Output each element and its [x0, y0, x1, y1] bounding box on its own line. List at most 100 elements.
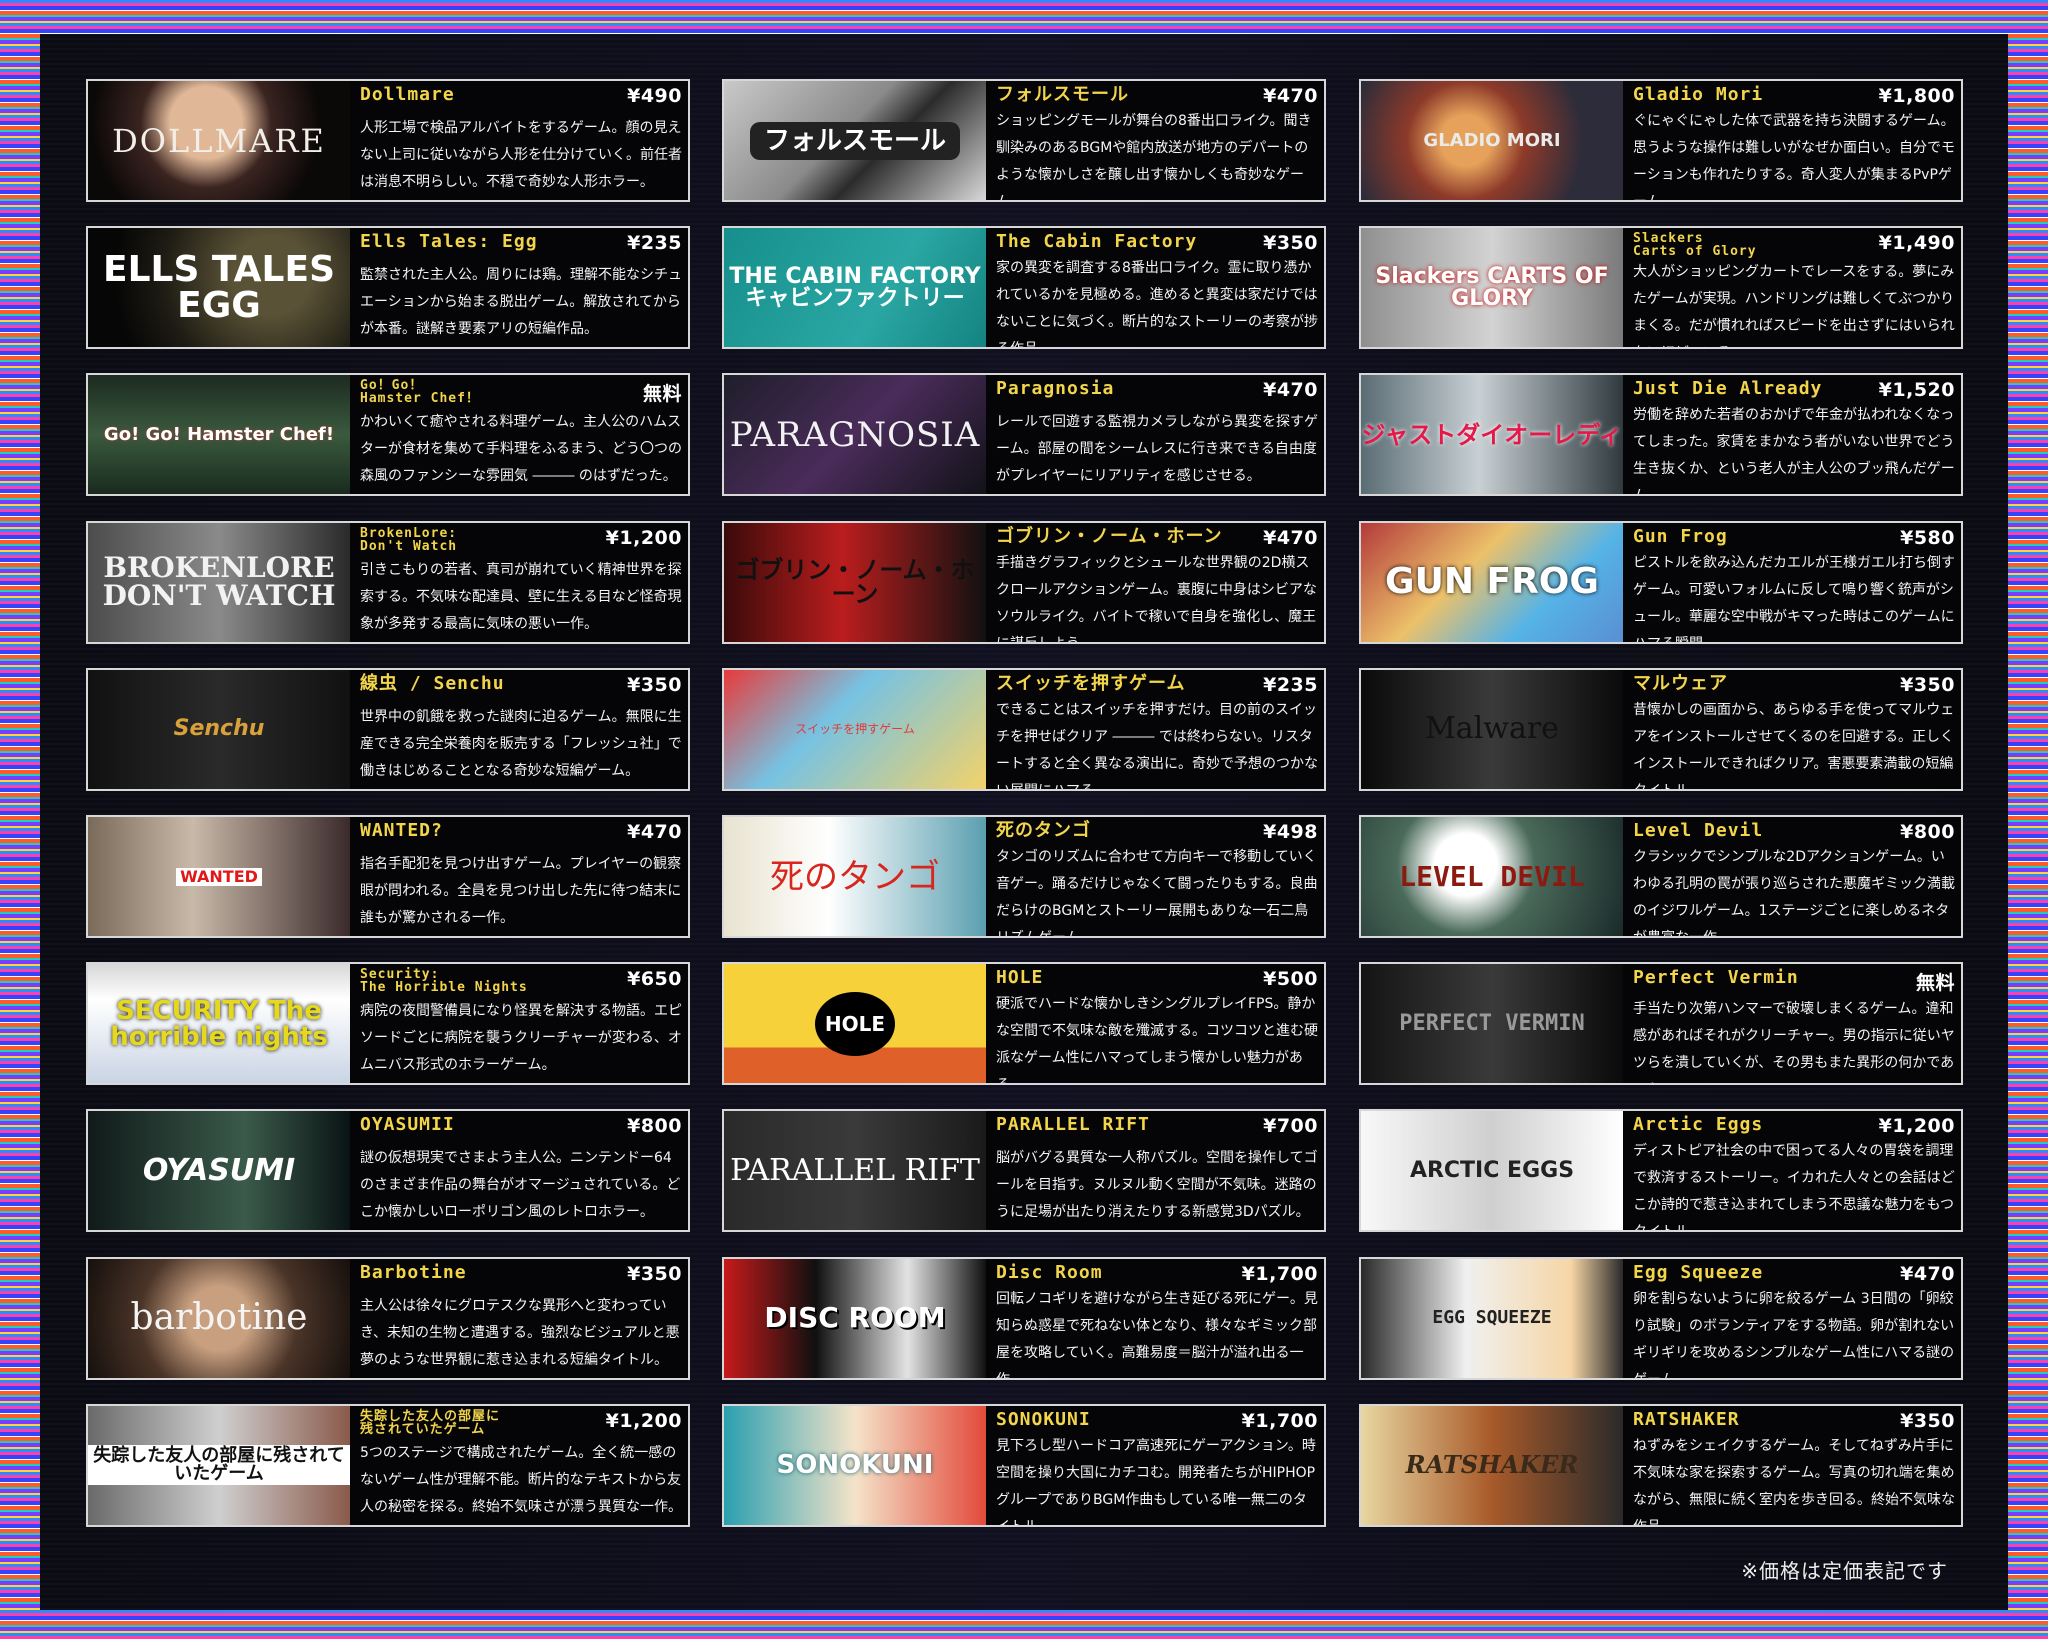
game-card-go-go-hamster-chef[interactable]: Go! Go! Hamster Chef! Go！Go！ Hamster Chef…	[86, 373, 690, 497]
game-description: できることはスイッチを押すだけ。目の前のスイッチを押せばクリア ――― では終わ…	[996, 701, 1318, 791]
game-thumbnail[interactable]: ELLS TALES EGG	[88, 228, 350, 348]
game-thumbnail[interactable]: Slackers CARTS OF GLORY	[1361, 228, 1623, 348]
game-info: Arctic Eggs ¥1,200 ディストピア社会の中で困ってる人々の胃袋を調理…	[1623, 1111, 1961, 1230]
game-info: Level Devil ¥800 クラシックでシンプルな2Dアクションゲーム。いわゆ…	[1623, 817, 1961, 936]
game-thumbnail[interactable]: LEVEL DEVIL	[1361, 817, 1623, 936]
game-thumbnail[interactable]: Senchu	[88, 669, 350, 789]
game-card-disc-room[interactable]: DISC ROOM Disc Room ¥1,700 回転ノコギリを避けながら生き延び…	[722, 1256, 1326, 1380]
game-card-wanted[interactable]: WANTED WANTED? ¥470 指名手配犯を見つけ出すゲーム。プレイヤーの観察…	[86, 815, 690, 938]
game-price: ¥350	[1263, 232, 1318, 255]
game-card-item-27[interactable]: 失踪した友人の部屋に残されていたゲーム 失踪した友人の部屋に 残されていたゲーム ¥…	[86, 1403, 690, 1527]
game-thumbnail[interactable]: WANTED	[88, 817, 350, 936]
game-card-level-devil[interactable]: LEVEL DEVIL Level Devil ¥800 クラシックでシンプルな2Dア…	[1359, 815, 1963, 938]
game-card-ratshaker[interactable]: RATSHAKER RATSHAKER ¥350 ねずみをシェイクするゲーム。そしてね…	[1359, 1403, 1963, 1527]
game-thumbnail[interactable]: BROKENLORE DON'T WATCH	[88, 522, 350, 642]
game-card-just-die-already[interactable]: ジャストダイオーレディ Just Die Already ¥1,520 労働を辞めた若…	[1359, 373, 1963, 497]
game-thumbnail[interactable]: EGG SQUEEZE	[1361, 1258, 1623, 1378]
game-card-item-10[interactable]: ゴブリン・ノーム・ホーン ゴブリン・ノーム・ホーン ¥470 手描きグラフィックとシュ…	[722, 520, 1326, 644]
game-thumbnail[interactable]: PARALLEL RIFT	[724, 1111, 986, 1231]
game-thumbnail[interactable]: barbotine	[88, 1258, 350, 1378]
game-description: 指名手配犯を見つけ出すゲーム。プレイヤーの観察眼が問われる。全員を見つけ出した先…	[360, 856, 682, 926]
game-description: クラシックでシンプルな2Dアクションゲーム。いわゆる孔明の罠が張り巡らされた悪魔…	[1633, 849, 1955, 938]
game-thumbnail[interactable]: フォルスモール	[724, 81, 986, 200]
game-card-item-16[interactable]: 死のタンゴ 死のタンゴ ¥498 タンゴのリズムに合わせて方向キーで移動していく音ゲー…	[722, 815, 1326, 938]
game-thumbnail-logo: ジャストダイオーレディ	[1361, 420, 1623, 449]
game-title: RATSHAKER	[1633, 1408, 1740, 1430]
game-card-gladio-mori[interactable]: GLADIO MORI Gladio Mori ¥1,800 ぐにゃぐにゃした体で武器…	[1359, 79, 1963, 202]
game-header: Ells Tales: Egg ¥235	[360, 232, 682, 261]
game-thumbnail-logo: Senchu	[173, 716, 265, 742]
game-header: Barbotine ¥350	[360, 1262, 682, 1292]
game-card-barbotine[interactable]: barbotine Barbotine ¥350 主人公は徐々にグロテスクな異形へと変…	[86, 1256, 690, 1380]
game-card-item-14[interactable]: Malware マルウェア ¥350 昔懐かしの画面から、あらゆる手を使ってマルウェア…	[1359, 667, 1963, 791]
game-card-parallel-rift[interactable]: PARALLEL RIFT PARALLEL RIFT ¥700 脳がバグる異質な一人…	[722, 1109, 1326, 1233]
game-thumbnail-logo: Go! Go! Hamster Chef!	[103, 423, 335, 445]
game-thumbnail[interactable]: ゴブリン・ノーム・ホーン	[724, 522, 986, 642]
game-thumbnail-logo: 死のタンゴ	[770, 856, 940, 897]
game-header: Slackers Carts of Glory ¥1,490	[1633, 232, 1955, 258]
game-info: The Cabin Factory ¥350 家の異変を調査する8番出口ライク。霊に…	[986, 228, 1324, 347]
game-card-paragnosia[interactable]: PARAGNOSIA Paragnosia ¥470 レールで回遊する監視カメラしなが…	[722, 373, 1326, 497]
game-thumbnail[interactable]: 失踪した友人の部屋に残されていたゲーム	[88, 1405, 350, 1525]
game-thumbnail[interactable]: THE CABIN FACTORY キャビンファクトリー	[724, 228, 986, 348]
game-card-item-13[interactable]: スイッチを押すゲーム スイッチを押すゲーム ¥235 できることはスイッチを押すだけ。…	[722, 667, 1326, 791]
game-info: PARALLEL RIFT ¥700 脳がバグる異質な一人称パズル。空間を操作してゴ…	[986, 1111, 1324, 1230]
game-card-gun-frog[interactable]: GUN FROG Gun Frog ¥580 ピストルを飲み込んだカエルが王様ガエル打…	[1359, 520, 1963, 644]
game-description: ピストルを飲み込んだカエルが王様ガエル打ち倒すゲーム。可愛いフォルムに反して鳴り…	[1633, 554, 1955, 644]
game-title: Just Die Already	[1633, 378, 1823, 400]
game-thumbnail-logo: HOLE	[814, 991, 896, 1056]
game-title: HOLE	[996, 967, 1044, 989]
game-thumbnail[interactable]: 死のタンゴ	[724, 817, 986, 936]
game-thumbnail[interactable]: PERFECT VERMIN	[1361, 964, 1623, 1084]
game-header: WANTED? ¥470	[360, 821, 682, 850]
game-thumbnail[interactable]: GUN FROG	[1361, 522, 1623, 642]
game-thumbnail-logo: フォルスモール	[749, 121, 960, 160]
game-price: ¥500	[1263, 968, 1318, 991]
game-thumbnail[interactable]: SECURITY The horrible nights	[88, 964, 350, 1084]
game-card-sonokuni[interactable]: SONOKUNI SONOKUNI ¥1,700 見下ろし型ハードコア高速死にゲーアク…	[722, 1403, 1326, 1527]
game-card-oyasumii[interactable]: OYASUMI OYASUMII ¥800 謎の仮想現実でさまよう主人公。ニンテンドー…	[86, 1109, 690, 1233]
game-card-the-cabin-factory[interactable]: THE CABIN FACTORY キャビンファクトリー The Cabin Fa…	[722, 226, 1326, 350]
game-title: Go！Go！ Hamster Chef！	[360, 378, 480, 407]
game-title: The Cabin Factory	[996, 231, 1198, 253]
game-card-brokenlore-don-t-watch[interactable]: BROKENLORE DON'T WATCH BrokenLore: Don't …	[86, 520, 690, 644]
game-card-slackers-carts-of-glory[interactable]: Slackers CARTS OF GLORY Slackers Carts of…	[1359, 226, 1963, 350]
game-info: Slackers Carts of Glory ¥1,490 大人がショッピングカー…	[1623, 228, 1961, 347]
game-thumbnail[interactable]: OYASUMI	[88, 1111, 350, 1231]
game-thumbnail-logo: Slackers CARTS OF GLORY	[1375, 263, 1609, 311]
game-card-ells-tales-egg[interactable]: ELLS TALES EGG Ells Tales: Egg ¥235 監禁された主人…	[86, 226, 690, 350]
game-thumbnail[interactable]: Go! Go! Hamster Chef!	[88, 375, 350, 495]
game-description: 回転ノコギリを避けながら生き延びる死にゲー。見知らぬ惑星で死ねない体となり、様々…	[996, 1290, 1318, 1380]
game-thumbnail[interactable]: HOLE	[724, 964, 986, 1084]
game-card-item-1[interactable]: フォルスモール フォルスモール ¥470 ショッピングモールが舞台の8番出口ライク。聞…	[722, 79, 1326, 202]
game-thumbnail[interactable]: RATSHAKER	[1361, 1405, 1623, 1525]
game-card-security-the-horrible-nights[interactable]: SECURITY The horrible nights Security: Th…	[86, 962, 690, 1086]
game-card-hole[interactable]: HOLE HOLE ¥500 硬派でハードな懐かしきシングルプレイFPS。静かな空間で…	[722, 962, 1326, 1086]
game-thumbnail[interactable]: ARCTIC EGGS	[1361, 1111, 1623, 1231]
game-thumbnail[interactable]: PARAGNOSIA	[724, 375, 986, 495]
game-thumbnail[interactable]: DOLLMARE	[88, 81, 350, 200]
game-info: BrokenLore: Don't Watch ¥1,200 引きこもりの若者、真司…	[350, 523, 688, 642]
game-header: Egg Squeeze ¥470	[1633, 1262, 1955, 1284]
game-card-senchu[interactable]: Senchu 線虫 / Senchu ¥350 世界中の飢餓を救った謎肉に迫るゲーム。…	[86, 667, 690, 791]
game-title: Disc Room	[996, 1261, 1103, 1283]
game-thumbnail[interactable]: SONOKUNI	[724, 1405, 986, 1525]
game-thumbnail[interactable]: DISC ROOM	[724, 1258, 986, 1378]
game-thumbnail[interactable]: GLADIO MORI	[1361, 81, 1623, 200]
game-thumbnail-logo: SONOKUNI	[776, 1450, 934, 1481]
game-thumbnail[interactable]: ジャストダイオーレディ	[1361, 375, 1623, 495]
game-card-arctic-eggs[interactable]: ARCTIC EGGS Arctic Eggs ¥1,200 ディストピア社会の中で困…	[1359, 1109, 1963, 1233]
game-thumbnail[interactable]: Malware	[1361, 669, 1623, 789]
game-title: Dollmare	[360, 84, 455, 105]
game-price: ¥800	[627, 1115, 682, 1138]
game-header: Just Die Already ¥1,520	[1633, 379, 1955, 401]
game-description: 人形工場で検品アルバイトをするゲーム。顔の見えない上司に従いながら人形を仕分けて…	[360, 120, 682, 190]
game-card-egg-squeeze[interactable]: EGG SQUEEZE Egg Squeeze ¥470 卵を割らないように卵を絞るゲ…	[1359, 1256, 1963, 1380]
game-description: 手当たり次第ハンマーで破壊しまくるゲーム。違和感があればそれがクリーチャー。男の…	[1633, 1001, 1955, 1083]
game-description: 労働を辞めた若者のおかげで年金が払われなくなってしまった。家賃をまかなう者がいな…	[1633, 407, 1955, 497]
game-description: 卵を割らないように卵を絞るゲーム 3日間の「卵絞り試験」のボランティアをする物語…	[1633, 1290, 1955, 1380]
game-header: Disc Room ¥1,700	[996, 1261, 1318, 1284]
game-thumbnail[interactable]: スイッチを押すゲーム	[724, 669, 986, 789]
game-card-dollmare[interactable]: DOLLMARE Dollmare ¥490 人形工場で検品アルバイトをするゲーム。顔…	[86, 79, 690, 202]
game-card-perfect-vermin[interactable]: PERFECT VERMIN Perfect Vermin 無料 手当たり次第ハンマー…	[1359, 962, 1963, 1086]
